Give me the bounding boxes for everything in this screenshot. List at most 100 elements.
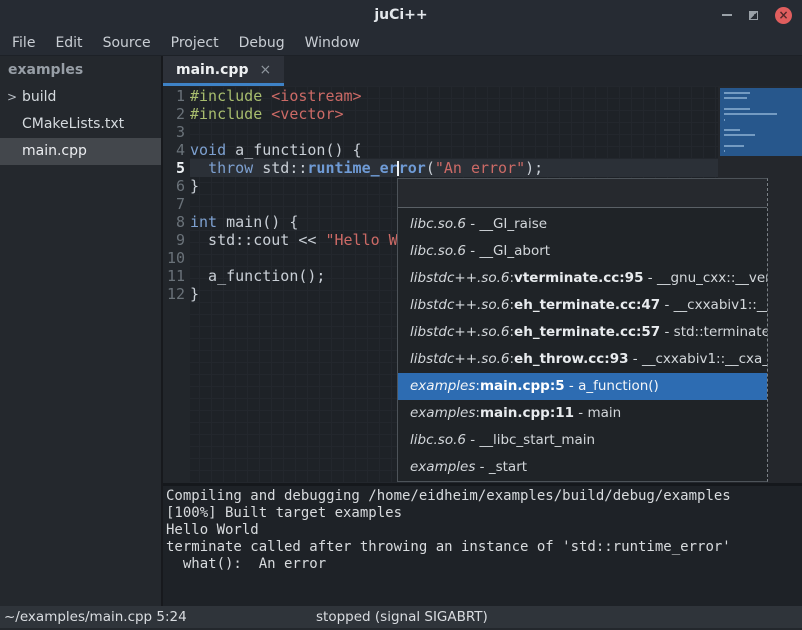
code-token: ( bbox=[426, 159, 435, 177]
menu-item-project[interactable]: Project bbox=[161, 30, 229, 56]
stack-frame[interactable]: libstdc++.so.6:eh_throw.cc:93 - __cxxabi… bbox=[398, 346, 767, 373]
frame-separator: - bbox=[660, 324, 673, 340]
sidebar-item-build[interactable]: > build bbox=[0, 84, 161, 111]
terminal-output[interactable]: Compiling and debugging /home/eidheim/ex… bbox=[163, 486, 802, 606]
stack-frame[interactable]: libstdc++.so.6:eh_terminate.cc:47 - __cx… bbox=[398, 292, 767, 319]
close-icon[interactable]: × bbox=[775, 7, 792, 24]
backtrace-popup-header bbox=[398, 179, 767, 208]
code-line[interactable]: #include <vector> bbox=[190, 105, 718, 123]
stack-frame[interactable]: examples:main.cpp:11 - main bbox=[398, 400, 767, 427]
window-title: juCi++ bbox=[0, 0, 802, 30]
frame-library: libstdc++.so.6 bbox=[410, 270, 509, 286]
sidebar-item-main-cpp[interactable]: main.cpp bbox=[0, 138, 161, 165]
stack-frame[interactable]: libstdc++.so.6:eh_terminate.cc:57 - std:… bbox=[398, 319, 767, 346]
frame-function: a_function() bbox=[578, 378, 659, 394]
overview-code-line bbox=[724, 108, 750, 110]
line-number: 8 bbox=[163, 213, 190, 231]
frame-file-line: main.cpp:11 bbox=[480, 405, 574, 421]
line-number: 11 bbox=[163, 267, 190, 285]
line-number: 6 bbox=[163, 177, 190, 195]
menu-item-file[interactable]: File bbox=[2, 30, 45, 56]
terminal-line: [100%] Built target examples bbox=[166, 505, 802, 522]
tab-close-icon[interactable]: × bbox=[259, 62, 271, 78]
line-number: 2 bbox=[163, 105, 190, 123]
stack-frame[interactable]: examples - _start bbox=[398, 454, 767, 481]
frame-file-line: vterminate.cc:95 bbox=[514, 270, 643, 286]
frame-function: main bbox=[587, 405, 621, 421]
tab-main-cpp[interactable]: main.cpp× bbox=[163, 56, 284, 86]
frame-file-line: eh_terminate.cc:47 bbox=[514, 297, 660, 313]
frame-library: examples bbox=[410, 459, 475, 475]
code-token: "Hello W bbox=[325, 231, 397, 249]
overview-code-line bbox=[724, 119, 725, 121]
code-line[interactable]: void a_function() { bbox=[190, 141, 718, 159]
expander-icon[interactable]: > bbox=[7, 84, 17, 111]
line-number: 12 bbox=[163, 285, 190, 303]
line-number: 5 bbox=[163, 159, 190, 177]
code-line[interactable] bbox=[190, 123, 718, 141]
line-number: 1 bbox=[163, 87, 190, 105]
menu-item-edit[interactable]: Edit bbox=[45, 30, 92, 56]
frame-file-line: eh_throw.cc:93 bbox=[514, 351, 628, 367]
code-line[interactable]: throw std::runtime_error("An error"); bbox=[190, 159, 718, 177]
code-token: #include bbox=[190, 105, 271, 123]
code-token: <iostream> bbox=[271, 87, 361, 105]
frame-file-line: main.cpp:5 bbox=[480, 378, 565, 394]
sidebar-item-label: main.cpp bbox=[22, 143, 87, 159]
tabbar: main.cpp× bbox=[163, 56, 802, 86]
frame-library: examples bbox=[410, 378, 475, 394]
code-token: } bbox=[190, 177, 199, 195]
overview-map-viewport[interactable] bbox=[720, 88, 802, 156]
terminal-line: Compiling and debugging /home/eidheim/ex… bbox=[166, 488, 802, 505]
menu-item-window[interactable]: Window bbox=[295, 30, 370, 56]
line-number: 7 bbox=[163, 195, 190, 213]
terminal-line: what(): An error bbox=[166, 556, 802, 573]
stack-frame[interactable]: libc.so.6 - __libc_start_main bbox=[398, 427, 767, 454]
frame-library: libstdc++.so.6 bbox=[410, 324, 509, 340]
menu-item-source[interactable]: Source bbox=[93, 30, 161, 56]
sidebar-item-label: build bbox=[22, 89, 56, 105]
frame-function: __GI_abort bbox=[479, 243, 550, 259]
menubar: FileEditSourceProjectDebugWindow bbox=[0, 30, 802, 56]
overview-code-line bbox=[724, 92, 750, 94]
stack-frame[interactable]: examples:main.cpp:5 - a_function() bbox=[398, 373, 767, 400]
frame-function: __GI_raise bbox=[479, 216, 547, 232]
menu-item-debug[interactable]: Debug bbox=[229, 30, 295, 56]
frame-file-line: eh_terminate.cc:57 bbox=[514, 324, 660, 340]
restore-icon[interactable] bbox=[749, 11, 758, 20]
code-token: std:: bbox=[253, 159, 307, 177]
frame-separator: - bbox=[565, 378, 578, 394]
frame-separator: - bbox=[466, 243, 479, 259]
overview-code-line bbox=[724, 150, 725, 152]
window-controls: × bbox=[722, 0, 792, 30]
statusbar: ~/examples/main.cpp 5:24 stopped (signal… bbox=[0, 606, 802, 630]
frame-separator: - bbox=[466, 432, 479, 448]
frame-function: _start bbox=[489, 459, 527, 475]
stack-frame[interactable]: libc.so.6 - __GI_raise bbox=[398, 211, 767, 238]
sidebar-item-cmakelists-txt[interactable]: CMakeLists.txt bbox=[0, 111, 161, 138]
line-number: 10 bbox=[163, 249, 190, 267]
minimize-icon[interactable] bbox=[722, 14, 732, 16]
code-token: ); bbox=[525, 159, 543, 177]
backtrace-list: libc.so.6 - __GI_raiselibc.so.6 - __GI_a… bbox=[398, 208, 767, 481]
stack-frame[interactable]: libc.so.6 - __GI_abort bbox=[398, 238, 767, 265]
code-editor[interactable]: 123456789101112 #include <iostream>#incl… bbox=[163, 86, 802, 483]
code-line[interactable]: #include <iostream> bbox=[190, 87, 718, 105]
frame-separator: - bbox=[643, 270, 656, 286]
titlebar[interactable]: juCi++ × bbox=[0, 0, 802, 30]
project-name-header: examples bbox=[0, 56, 161, 84]
frame-library: examples bbox=[410, 405, 475, 421]
line-number: 4 bbox=[163, 141, 190, 159]
code-token: void bbox=[190, 141, 226, 159]
line-number: 3 bbox=[163, 123, 190, 141]
code-token: "An error" bbox=[435, 159, 525, 177]
code-token: main() { bbox=[217, 213, 298, 231]
file-tree: > build CMakeLists.txt main.cpp bbox=[0, 84, 161, 165]
frame-separator: - bbox=[475, 459, 488, 475]
line-number-gutter: 123456789101112 bbox=[163, 86, 190, 483]
overview-code-line bbox=[724, 113, 777, 115]
frame-library: libc.so.6 bbox=[410, 216, 466, 232]
frame-function: __libc_start_main bbox=[479, 432, 595, 448]
stack-frame[interactable]: libstdc++.so.6:vterminate.cc:95 - __gnu_… bbox=[398, 265, 767, 292]
frame-function: __cxxabiv1::__cxa_throw bbox=[642, 351, 767, 367]
